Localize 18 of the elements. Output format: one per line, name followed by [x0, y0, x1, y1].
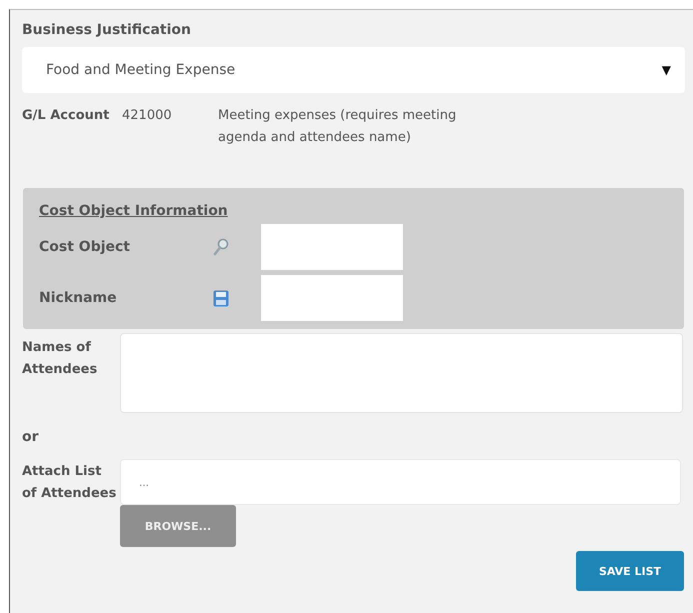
or-text: or [22, 429, 40, 445]
account-description: Meeting expenses (requires meeting agenda and attendees name) [218, 107, 458, 147]
field-label: Attach List of Attendees [22, 463, 118, 503]
cost-object-field[interactable] [261, 224, 403, 270]
field-label: Nickname [39, 290, 118, 306]
field-label: Business Justification [22, 22, 192, 38]
nickname-field[interactable] [261, 275, 403, 321]
justification-dropdown[interactable]: Food and Meeting Expense ▼ [22, 47, 685, 93]
search-icon[interactable] [213, 238, 229, 256]
file-field[interactable]: ... [120, 459, 681, 505]
field-label: G/L Account [22, 107, 110, 123]
save-list-button[interactable]: SAVE LIST [576, 551, 684, 591]
section-heading: Cost Object Information [39, 203, 228, 219]
field-label: Names of Attendees [22, 339, 98, 379]
attendees-field[interactable] [120, 333, 683, 413]
field-label: Cost Object [39, 239, 131, 255]
browse-button[interactable]: BROWSE... [120, 505, 236, 547]
account-number: 421000 [122, 107, 173, 123]
